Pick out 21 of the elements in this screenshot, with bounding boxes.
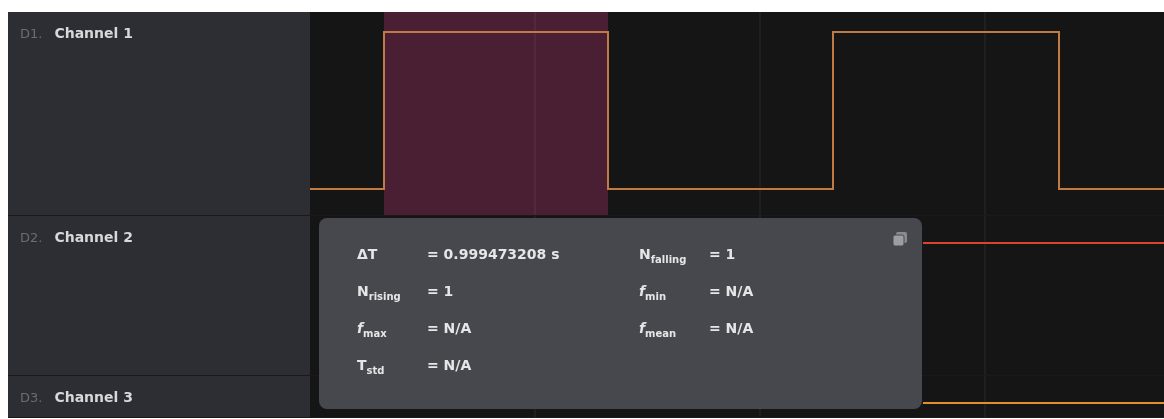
measurement-value: = N/A: [709, 320, 754, 336]
measurement-value: = 0.999473208 s: [427, 246, 560, 262]
measurement-label: N$_{falling}$: [639, 246, 688, 265]
copy-icon[interactable]: [892, 231, 908, 247]
channel-index: D1.: [20, 26, 43, 41]
measurement-label: f$_{max}$: [357, 320, 388, 339]
measurement-value: = 1: [427, 283, 454, 299]
measurement-value: = N/A: [709, 283, 754, 299]
measurement-value: = N/A: [427, 320, 472, 336]
channel-name: Channel 2: [54, 229, 133, 245]
measurement-label: f$_{min}$: [639, 283, 668, 302]
measurement-value: = 1: [709, 246, 736, 262]
measurement-label: f$_{mean}$: [639, 320, 678, 339]
measurement-value: = N/A: [427, 357, 472, 373]
channel-index: D3.: [20, 390, 43, 405]
channel-name: Channel 3: [54, 389, 133, 405]
measurement-label: ΔT: [357, 246, 379, 262]
measurement-label: T$_{std}$: [357, 357, 386, 376]
channel-name: Channel 1: [54, 25, 133, 41]
measurement-label: N$_{rising}$: [357, 283, 402, 302]
channel-index: D2.: [20, 230, 43, 245]
